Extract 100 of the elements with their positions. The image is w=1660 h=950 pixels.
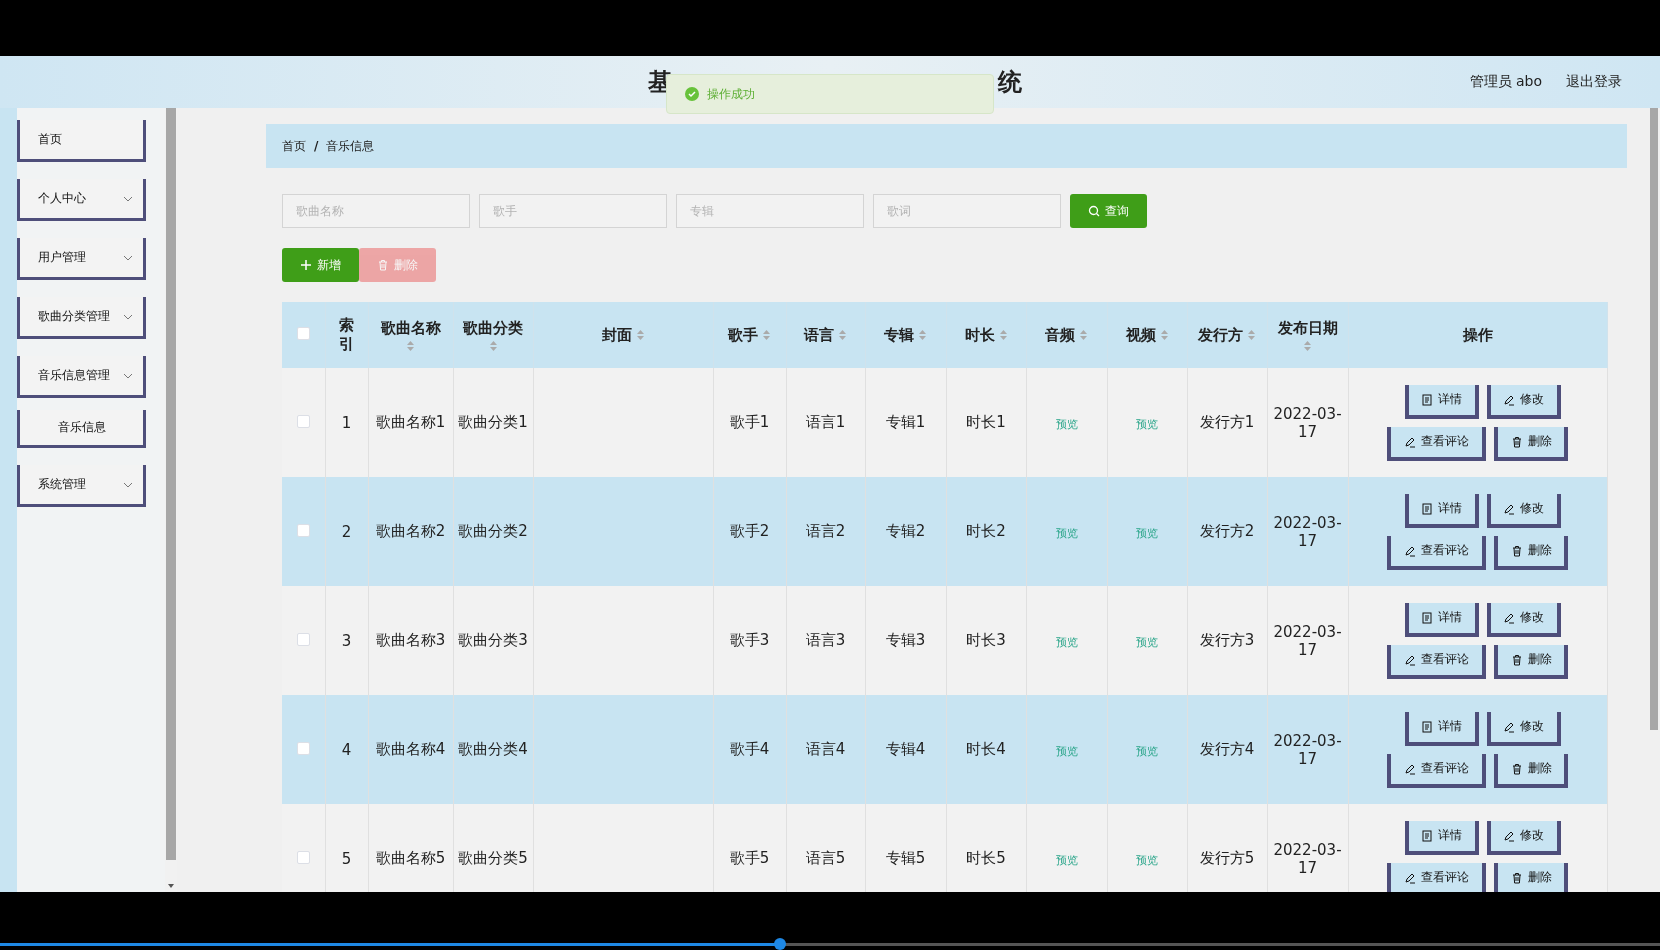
table-cell: 发行方2 xyxy=(1199,522,1255,540)
detail-button[interactable]: 详情 xyxy=(1404,820,1479,855)
checkbox[interactable] xyxy=(296,327,310,340)
checkbox[interactable] xyxy=(296,414,310,428)
table-cell: 专辑2 xyxy=(885,522,926,540)
search-field[interactable]: 歌曲名称 xyxy=(282,194,470,228)
pencil-icon xyxy=(1503,829,1515,842)
sort-icon[interactable] xyxy=(488,339,498,352)
scrollbar[interactable] xyxy=(1648,108,1660,892)
sort-icon[interactable] xyxy=(1247,329,1256,341)
sort-icon[interactable] xyxy=(406,339,415,352)
sort-icon[interactable] xyxy=(838,329,847,341)
sort-icon[interactable] xyxy=(762,329,771,341)
table-cell: 时长1 xyxy=(966,413,1006,431)
detail-button[interactable]: 详情 xyxy=(1404,711,1479,746)
search-icon xyxy=(1088,205,1100,217)
comment-button[interactable]: 查看评论 xyxy=(1387,753,1486,788)
sort-icon[interactable] xyxy=(918,329,927,341)
table-cell: 发行方5 xyxy=(1199,849,1255,867)
edit-button[interactable]: 修改 xyxy=(1486,493,1561,528)
table-cell: 歌曲分类4 xyxy=(458,740,528,758)
pencil-icon xyxy=(1503,720,1515,733)
sidebar-item[interactable]: 音乐信息管理 xyxy=(17,356,146,398)
trash-icon xyxy=(1510,653,1523,666)
pencil-icon xyxy=(1404,653,1416,666)
delete-button[interactable]: 删除 xyxy=(1494,535,1568,570)
delete-button[interactable]: 删除 xyxy=(1494,644,1568,679)
table-cell: 专辑1 xyxy=(885,413,926,431)
detail-button[interactable]: 详情 xyxy=(1404,493,1479,528)
comment-button[interactable]: 查看评论 xyxy=(1387,862,1486,892)
sort-icon[interactable] xyxy=(1159,329,1169,341)
table-cell: 专辑3 xyxy=(885,631,926,649)
column-header: 发行方 xyxy=(1198,325,1243,345)
user-name: 管理员 abo xyxy=(1469,73,1542,91)
pencil-icon xyxy=(1404,435,1416,448)
breadcrumb-item[interactable]: 音乐信息 xyxy=(326,137,375,155)
table-cell: 歌曲分类1 xyxy=(458,413,528,431)
document-icon xyxy=(1421,829,1433,842)
column-header: 专辑 xyxy=(884,325,914,345)
sort-icon[interactable] xyxy=(1303,339,1312,352)
table-cell: 歌曲分类2 xyxy=(458,522,528,540)
column-header: 歌曲分类 xyxy=(463,318,523,338)
table-cell: 歌曲名称4 xyxy=(375,740,446,758)
table-cell: 语言5 xyxy=(805,849,846,867)
table-cell: 歌手1 xyxy=(729,413,770,431)
sidebar-item[interactable]: 首页 xyxy=(17,120,146,162)
table-cell: 语言4 xyxy=(805,740,846,758)
pencil-icon xyxy=(1503,611,1515,624)
comment-button[interactable]: 查看评论 xyxy=(1387,426,1486,461)
sort-icon[interactable] xyxy=(635,329,645,341)
search-field[interactable]: 歌手 xyxy=(479,194,667,228)
delete-button[interactable]: 删除 xyxy=(1494,862,1568,892)
edit-button[interactable]: 修改 xyxy=(1486,820,1561,855)
checkbox[interactable] xyxy=(296,741,310,755)
table-cell: 2022-03-17 xyxy=(1273,622,1342,659)
check-circle-icon xyxy=(685,87,699,101)
trash-icon xyxy=(1510,871,1523,884)
edit-button[interactable]: 修改 xyxy=(1486,711,1561,746)
sidebar-item[interactable]: 系统管理 xyxy=(17,465,146,507)
table-cell: 歌手5 xyxy=(729,849,770,867)
column-header: 封面 xyxy=(601,325,632,345)
column-header: 索引 xyxy=(339,315,354,355)
checkbox[interactable] xyxy=(296,523,310,537)
app-title: 统 xyxy=(998,67,1022,98)
comment-button[interactable]: 查看评论 xyxy=(1387,535,1486,570)
comment-button[interactable]: 查看评论 xyxy=(1387,644,1486,679)
table-cell: 时长3 xyxy=(966,631,1006,649)
edit-button[interactable]: 修改 xyxy=(1486,384,1561,419)
scrollbar[interactable] xyxy=(165,108,177,892)
search-field[interactable]: 歌词 xyxy=(873,194,1061,228)
sort-icon[interactable] xyxy=(1079,329,1088,341)
table-cell: 歌曲名称3 xyxy=(375,631,446,649)
progress-bar[interactable] xyxy=(0,938,1660,950)
sort-icon[interactable] xyxy=(998,329,1008,341)
delete-button[interactable]: 删除 xyxy=(1494,753,1568,788)
table-cell: 2022-03-17 xyxy=(1273,513,1342,550)
checkbox[interactable] xyxy=(296,632,310,646)
detail-button[interactable]: 详情 xyxy=(1404,384,1479,419)
sidebar-item[interactable]: 歌曲分类管理 xyxy=(17,297,146,339)
detail-button[interactable]: 详情 xyxy=(1404,602,1479,637)
checkbox[interactable] xyxy=(296,850,310,864)
trash-icon xyxy=(377,259,389,271)
breadcrumb-item[interactable]: 首页 xyxy=(282,137,306,155)
delete-button[interactable]: 删除 xyxy=(1494,426,1568,461)
trash-icon xyxy=(1510,544,1523,557)
edit-button[interactable]: 修改 xyxy=(1486,602,1561,637)
table-cell: 歌曲名称1 xyxy=(375,413,446,431)
sidebar-item[interactable]: 音乐信息 xyxy=(17,410,146,448)
document-icon xyxy=(1421,720,1433,733)
logout-link[interactable]: 退出登录 xyxy=(1566,73,1622,91)
table-cell: 歌手2 xyxy=(729,522,770,540)
document-icon xyxy=(1421,611,1433,624)
pencil-icon xyxy=(1404,544,1416,557)
sidebar-item[interactable]: 用户管理 xyxy=(17,238,146,280)
document-icon xyxy=(1421,393,1433,406)
table-cell: 语言3 xyxy=(805,631,846,649)
column-header: 时长 xyxy=(964,325,995,345)
column-header: 音频 xyxy=(1045,325,1075,345)
sidebar-item[interactable]: 个人中心 xyxy=(17,179,146,221)
table-cell: 歌曲分类5 xyxy=(458,849,528,867)
